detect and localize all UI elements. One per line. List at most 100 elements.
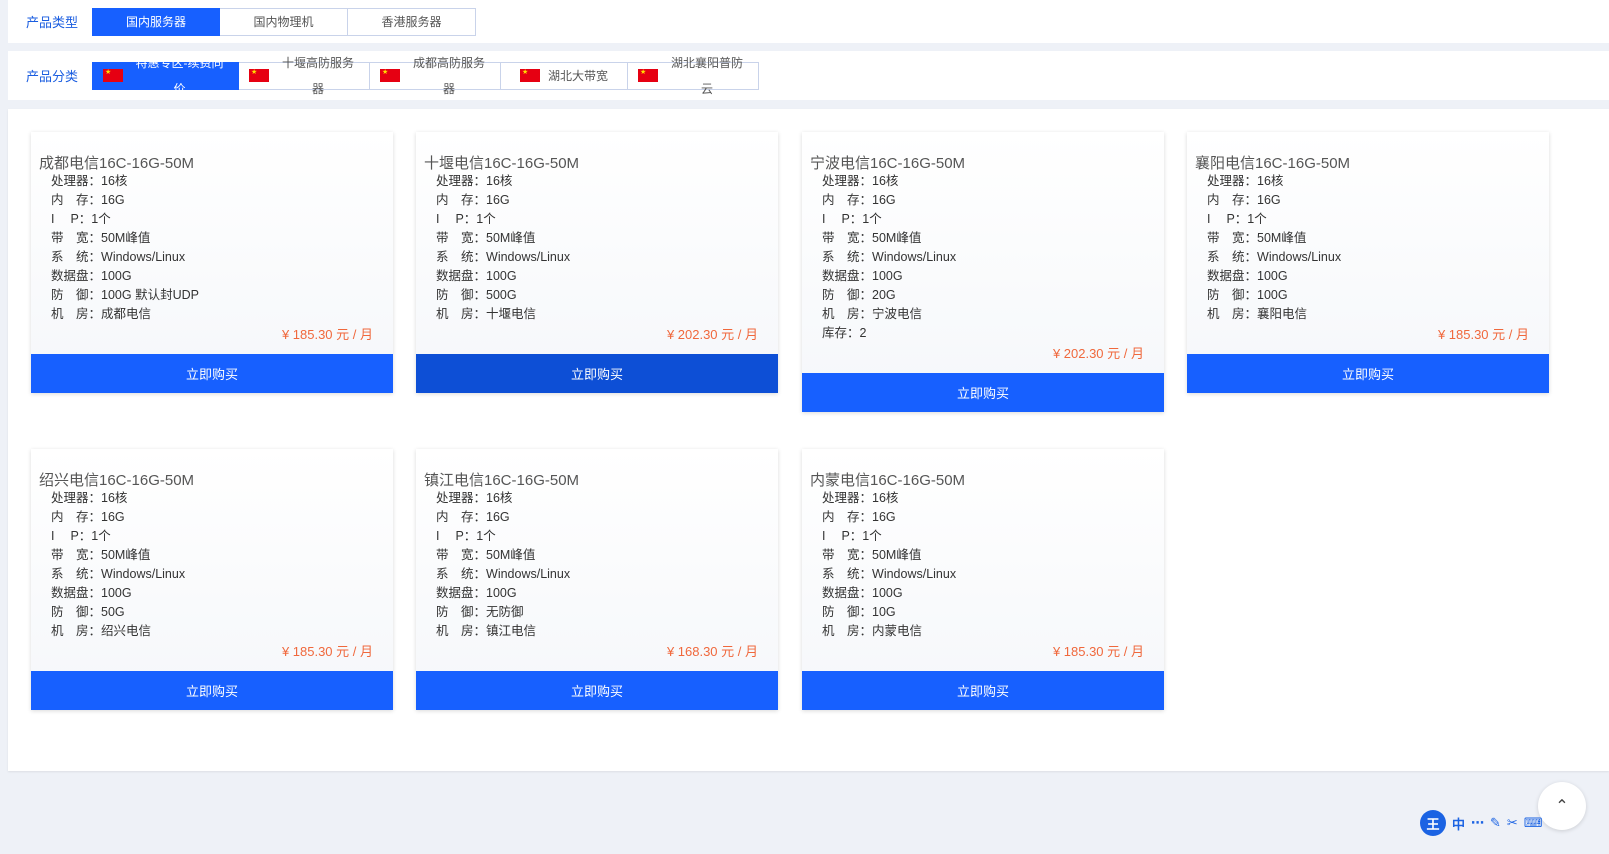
scissors-icon[interactable]: ✂ bbox=[1507, 815, 1518, 831]
spec-room: 机 房：镇江电信 bbox=[436, 624, 537, 638]
category-option-label: 成都高防服务器 bbox=[412, 55, 485, 96]
spec-bandwidth: 带 宽：50M峰值 bbox=[51, 548, 151, 562]
buy-now-button[interactable]: 立即购买 bbox=[416, 354, 778, 393]
buy-now-button[interactable]: 立即购买 bbox=[31, 354, 393, 393]
category-option-label: 特惠专区-续费同价 bbox=[135, 55, 224, 96]
product-card: 襄阳电信16C-16G-50M 处理器：16核 内 存：16G I P：1个 带… bbox=[1187, 132, 1549, 393]
product-grid: 成都电信16C-16G-50M 处理器：16核 内 存：16G I P：1个 带… bbox=[8, 109, 1609, 771]
product-type-option-hk-server[interactable]: 香港服务器 bbox=[348, 7, 476, 36]
product-type-filter: 产品类型 国内服务器 国内物理机 香港服务器 bbox=[8, 0, 1609, 43]
dots-icon[interactable]: ⋯ bbox=[1471, 815, 1484, 831]
card-price: ¥ 185.30 元 / 月 bbox=[1052, 644, 1144, 659]
spec-cpu: 处理器：16核 bbox=[822, 491, 899, 505]
product-type-option-domestic-physical[interactable]: 国内物理机 bbox=[220, 7, 348, 36]
china-flag-icon bbox=[249, 69, 269, 82]
spec-memory: 内 存：16G bbox=[436, 193, 510, 207]
card-title: 十堰电信16C-16G-50M bbox=[424, 155, 580, 172]
category-option-hubei-bandwidth[interactable]: 湖北大带宽 bbox=[501, 61, 628, 90]
spec-cpu: 处理器：16核 bbox=[51, 491, 128, 505]
spec-os: 系 统：Windows/Linux bbox=[51, 567, 186, 581]
pen-icon[interactable]: ✎ bbox=[1490, 815, 1501, 831]
china-flag-icon bbox=[638, 69, 658, 82]
spec-room: 机 房：十堰电信 bbox=[436, 307, 537, 321]
buy-now-button[interactable]: 立即购买 bbox=[31, 671, 393, 710]
buy-now-button[interactable]: 立即购买 bbox=[1187, 354, 1549, 393]
product-category-options: 特惠专区-续费同价 十堰高防服务器 成都高防服务器 湖北大带宽 湖北襄阳普防云 bbox=[92, 56, 759, 96]
spec-os: 系 统：Windows/Linux bbox=[436, 250, 571, 264]
spec-bandwidth: 带 宽：50M峰值 bbox=[822, 548, 922, 562]
product-card: 十堰电信16C-16G-50M 处理器：16核 内 存：16G I P：1个 带… bbox=[416, 132, 778, 393]
spec-cpu: 处理器：16核 bbox=[436, 174, 513, 188]
product-card: 内蒙电信16C-16G-50M 处理器：16核 内 存：16G I P：1个 带… bbox=[802, 449, 1164, 710]
product-card: 镇江电信16C-16G-50M 处理器：16核 内 存：16G I P：1个 带… bbox=[416, 449, 778, 710]
spec-cpu: 处理器：16核 bbox=[822, 174, 899, 188]
spec-disk: 数据盘：100G bbox=[51, 269, 132, 283]
spec-os: 系 统：Windows/Linux bbox=[822, 567, 957, 581]
spec-room: 机 房：成都电信 bbox=[51, 307, 152, 321]
spec-defense: 防 御：20G bbox=[822, 288, 896, 302]
product-card: 绍兴电信16C-16G-50M 处理器：16核 内 存：16G I P：1个 带… bbox=[31, 449, 393, 710]
spec-defense: 防 御：50G bbox=[51, 605, 125, 619]
spec-defense: 防 御：100G 默认封UDP bbox=[51, 288, 199, 302]
spec-ip: I P：1个 bbox=[822, 212, 882, 226]
spec-defense: 防 御：10G bbox=[822, 605, 896, 619]
card-price: ¥ 185.30 元 / 月 bbox=[281, 644, 373, 659]
spec-list: 处理器：16核 内 存：16G I P：1个 带 宽：50M峰值 系 统：Win… bbox=[802, 489, 1164, 641]
category-option-label: 十堰高防服务器 bbox=[281, 55, 354, 96]
category-option-chengdu[interactable]: 成都高防服务器 bbox=[370, 56, 501, 96]
category-option-label: 湖北襄阳普防云 bbox=[670, 55, 743, 96]
buy-now-button[interactable]: 立即购买 bbox=[416, 671, 778, 710]
spec-stock: 库存：2 bbox=[822, 326, 867, 340]
spec-os: 系 统：Windows/Linux bbox=[436, 567, 571, 581]
spec-bandwidth: 带 宽：50M峰值 bbox=[436, 231, 536, 245]
card-title: 成都电信16C-16G-50M bbox=[39, 155, 195, 172]
product-type-options: 国内服务器 国内物理机 香港服务器 bbox=[92, 7, 476, 36]
card-title: 内蒙电信16C-16G-50M bbox=[810, 472, 966, 489]
spec-disk: 数据盘：100G bbox=[51, 586, 132, 600]
spec-room: 机 房：襄阳电信 bbox=[1207, 307, 1308, 321]
spec-memory: 内 存：16G bbox=[51, 510, 125, 524]
spec-ip: I P：1个 bbox=[1207, 212, 1267, 226]
product-type-option-domestic-server[interactable]: 国内服务器 bbox=[92, 7, 220, 36]
spec-os: 系 统：Windows/Linux bbox=[1207, 250, 1342, 264]
ime-language-toggle[interactable]: 中 bbox=[1452, 814, 1465, 833]
spec-list: 处理器：16核 内 存：16G I P：1个 带 宽：50M峰值 系 统：Win… bbox=[31, 489, 393, 641]
category-option-special[interactable]: 特惠专区-续费同价 bbox=[92, 56, 239, 96]
card-title: 宁波电信16C-16G-50M bbox=[810, 155, 966, 172]
product-type-label: 产品类型 bbox=[26, 15, 79, 30]
card-price: ¥ 202.30 元 / 月 bbox=[1052, 346, 1144, 361]
spec-cpu: 处理器：16核 bbox=[436, 491, 513, 505]
spec-ip: I P：1个 bbox=[822, 529, 882, 543]
ime-badge[interactable]: 王 bbox=[1420, 810, 1446, 836]
spec-ip: I P：1个 bbox=[51, 529, 111, 543]
spec-bandwidth: 带 宽：50M峰值 bbox=[436, 548, 536, 562]
spec-cpu: 处理器：16核 bbox=[51, 174, 128, 188]
spec-room: 机 房：内蒙电信 bbox=[822, 624, 923, 638]
category-option-shiyan[interactable]: 十堰高防服务器 bbox=[239, 56, 370, 96]
buy-now-button[interactable]: 立即购买 bbox=[802, 671, 1164, 710]
china-flag-icon bbox=[519, 69, 540, 82]
card-price: ¥ 185.30 元 / 月 bbox=[281, 327, 373, 342]
spec-bandwidth: 带 宽：50M峰值 bbox=[1207, 231, 1307, 245]
card-price: ¥ 202.30 元 / 月 bbox=[666, 327, 758, 342]
spec-os: 系 统：Windows/Linux bbox=[51, 250, 186, 264]
spec-room: 机 房：绍兴电信 bbox=[51, 624, 152, 638]
spec-disk: 数据盘：100G bbox=[822, 586, 903, 600]
keyboard-icon[interactable]: ⌨ bbox=[1524, 815, 1543, 831]
spec-bandwidth: 带 宽：50M峰值 bbox=[51, 231, 151, 245]
spec-defense: 防 御：100G bbox=[1207, 288, 1288, 302]
china-flag-icon bbox=[103, 69, 123, 82]
spec-defense: 防 御：无防御 bbox=[436, 605, 524, 619]
buy-now-button[interactable]: 立即购买 bbox=[802, 373, 1164, 412]
product-card: 成都电信16C-16G-50M 处理器：16核 内 存：16G I P：1个 带… bbox=[31, 132, 393, 393]
spec-list: 处理器：16核 内 存：16G I P：1个 带 宽：50M峰值 系 统：Win… bbox=[31, 172, 393, 324]
product-card: 宁波电信16C-16G-50M 处理器：16核 内 存：16G I P：1个 带… bbox=[802, 132, 1164, 412]
card-title: 绍兴电信16C-16G-50M bbox=[39, 472, 195, 489]
spec-ip: I P：1个 bbox=[436, 529, 496, 543]
spec-memory: 内 存：16G bbox=[1207, 193, 1281, 207]
spec-disk: 数据盘：100G bbox=[436, 269, 517, 283]
spec-memory: 内 存：16G bbox=[51, 193, 125, 207]
category-option-xiangyang-cloud[interactable]: 湖北襄阳普防云 bbox=[628, 56, 759, 96]
spec-list: 处理器：16核 内 存：16G I P：1个 带 宽：50M峰值 系 统：Win… bbox=[802, 172, 1164, 343]
spec-disk: 数据盘：100G bbox=[436, 586, 517, 600]
